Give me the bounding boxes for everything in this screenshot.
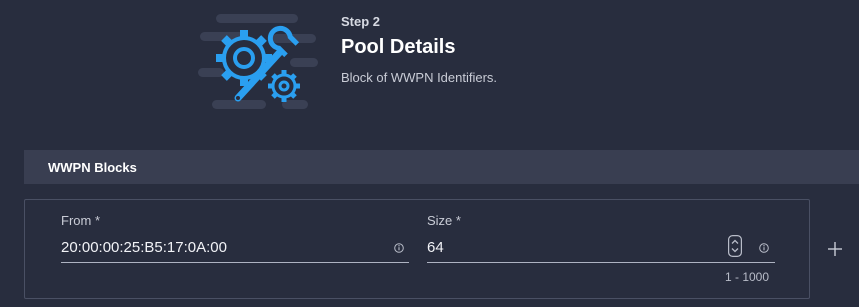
add-block-button[interactable] <box>826 240 844 258</box>
section-title: WWPN Blocks <box>48 160 137 175</box>
gears-wrench-icon <box>198 10 324 114</box>
plus-icon <box>828 242 842 256</box>
from-label: From * <box>61 213 100 228</box>
size-range-hint: 1 - 1000 <box>725 270 770 284</box>
size-input[interactable] <box>427 237 775 263</box>
stepper-icon[interactable] <box>728 235 743 257</box>
wwpn-blocks-section-header: WWPN Blocks <box>24 150 859 184</box>
step-label: Step 2 <box>341 14 381 29</box>
size-label: Size * <box>427 213 461 228</box>
page-title: Pool Details <box>341 36 456 58</box>
wwpn-block-card: From * Size * 1 - 1000 <box>24 199 810 299</box>
info-icon[interactable] <box>394 240 404 253</box>
page-description: Block of WWPN Identifiers. <box>341 70 498 85</box>
info-icon[interactable] <box>759 240 769 253</box>
from-input[interactable] <box>61 237 409 263</box>
